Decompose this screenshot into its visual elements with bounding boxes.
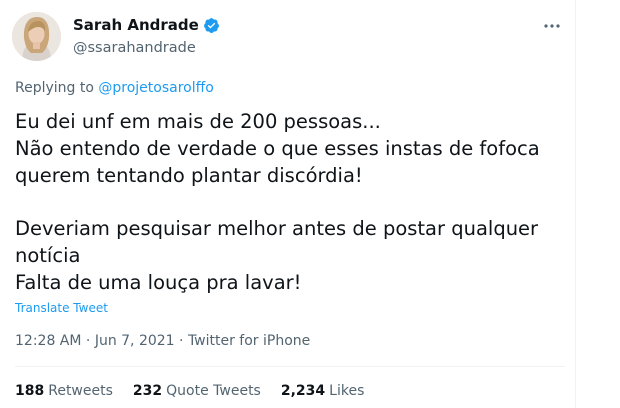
tweet-text-line: Deveriam pesquisar melhor antes de posta…	[15, 217, 539, 240]
tweet-detail: Sarah Andrade @ssarahandrade Replying to…	[0, 0, 620, 408]
tweet-source[interactable]: Twitter for iPhone	[188, 333, 310, 349]
replying-to-label: Replying to	[15, 80, 94, 96]
tweet-time[interactable]: 12:28 AM	[15, 333, 81, 349]
quote-tweets-count: 232	[132, 383, 163, 399]
author-name-row[interactable]: Sarah Andrade	[73, 16, 220, 34]
likes-label: Likes	[329, 383, 365, 399]
tweet-text-line: Falta de uma louça pra lavar!	[15, 271, 302, 294]
column-border	[575, 0, 576, 408]
replying-to-mention[interactable]: @projetosarolffo	[98, 80, 213, 96]
tweet-date[interactable]: Jun 7, 2021	[95, 333, 175, 349]
display-name[interactable]: Sarah Andrade	[73, 16, 199, 34]
tweet-text-line: querem tentando plantar discórdia!	[15, 164, 363, 187]
likes-count: 2,234	[280, 383, 326, 399]
more-horizontal-icon	[544, 24, 560, 28]
meta-separator: ·	[179, 333, 184, 349]
retweets-label: Retweets	[48, 383, 113, 399]
author-handle[interactable]: @ssarahandrade	[73, 40, 196, 56]
retweets-count: 188	[15, 383, 45, 399]
quote-tweets-label: Quote Tweets	[166, 383, 261, 399]
verified-badge-icon	[203, 17, 220, 34]
translate-tweet-link[interactable]: Translate Tweet	[15, 301, 108, 315]
retweets-stat[interactable]: 188 Retweets	[15, 383, 113, 399]
tweet-text-line: notícia	[15, 244, 81, 267]
tweet-stats: 188 Retweets 232 Quote Tweets 2,234 Likes	[15, 383, 384, 399]
avatar[interactable]	[12, 12, 61, 61]
divider	[15, 366, 565, 367]
more-options-button[interactable]	[541, 15, 563, 37]
replying-to: Replying to @projetosarolffo	[15, 80, 214, 96]
tweet-text: Eu dei unf em mais de 200 pessoas... Não…	[15, 108, 570, 296]
tweet-text-line: Eu dei unf em mais de 200 pessoas...	[15, 110, 381, 133]
tweet-text-line: Não entendo de verdade o que esses insta…	[15, 137, 540, 160]
profile-photo-icon	[12, 12, 61, 61]
likes-stat[interactable]: 2,234 Likes	[281, 383, 365, 399]
quote-tweets-stat[interactable]: 232 Quote Tweets	[133, 383, 261, 399]
meta-separator: ·	[85, 333, 91, 349]
tweet-meta: 12:28 AM · Jun 7, 2021 · Twitter for iPh…	[15, 333, 310, 349]
